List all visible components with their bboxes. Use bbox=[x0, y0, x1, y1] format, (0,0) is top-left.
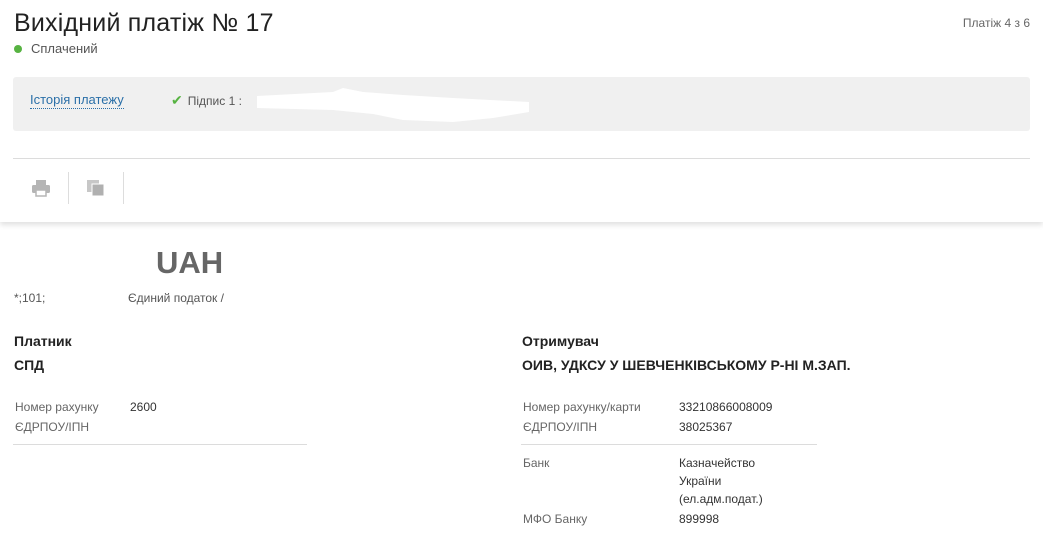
toolbar-separator bbox=[123, 172, 124, 204]
print-button[interactable] bbox=[13, 172, 68, 204]
bank-value-line: України bbox=[679, 474, 722, 488]
payment-history-link[interactable]: Історія платежу bbox=[30, 92, 124, 109]
recipient-mfo-value: 899998 bbox=[679, 512, 720, 526]
page-title: Вихідний платіж № 17 bbox=[14, 9, 274, 37]
redacted-signature bbox=[257, 88, 529, 122]
bank-value-line: Казначейство bbox=[679, 456, 756, 470]
currency-code: UAH bbox=[156, 245, 224, 280]
printer-icon bbox=[31, 180, 50, 197]
recipient-edrpou-value: 38025367 bbox=[679, 420, 733, 434]
copy-icon bbox=[87, 180, 105, 197]
recipient-bank-value: Казначейство України (ел.адм.подат.) bbox=[679, 454, 763, 508]
payer-edrpou-label: ЄДРПОУ/ІПН bbox=[15, 420, 90, 434]
info-bar: Історія платежу ✔ Підпис 1 : bbox=[13, 77, 1030, 131]
signature-label: Підпис 1 : bbox=[187, 93, 242, 108]
recipient-heading: Отримувач bbox=[522, 333, 599, 349]
purpose-text: Єдиний податок / bbox=[128, 291, 224, 305]
recipient-divider bbox=[521, 444, 817, 445]
recipient-account-value: 33210866008009 bbox=[679, 400, 773, 414]
status-indicator: Сплачений bbox=[14, 41, 98, 56]
payer-account-label: Номер рахунку bbox=[15, 400, 99, 414]
payer-heading: Платник bbox=[14, 333, 72, 349]
checkmark-icon: ✔ bbox=[171, 92, 183, 108]
status-text: Сплачений bbox=[31, 41, 98, 56]
payment-counter: Платіж 4 з 6 bbox=[962, 16, 1030, 30]
signature-status: ✔ Підпис 1 : bbox=[171, 92, 242, 109]
payer-account-value: 2600 bbox=[130, 400, 157, 414]
recipient-bank-label: Банк bbox=[523, 456, 550, 470]
recipient-name: ОИВ, УДКСУ У ШЕВЧЕНКІВСЬКОМУ Р-НІ М.ЗАП. bbox=[522, 357, 851, 373]
header-divider bbox=[13, 158, 1030, 159]
action-toolbar bbox=[13, 172, 124, 204]
recipient-account-label: Номер рахунку/карти bbox=[523, 400, 641, 414]
purpose-code: *;101; bbox=[14, 291, 46, 305]
status-dot-icon bbox=[14, 44, 22, 53]
payment-header-panel: Вихідний платіж № 17 Сплачений Платіж 4 … bbox=[0, 0, 1043, 222]
payer-name: СПД bbox=[14, 357, 45, 373]
recipient-edrpou-label: ЄДРПОУ/ІПН bbox=[523, 420, 598, 434]
recipient-mfo-label: МФО Банку bbox=[523, 512, 588, 526]
bank-value-line: (ел.адм.подат.) bbox=[679, 492, 763, 506]
payer-divider bbox=[13, 444, 307, 445]
copy-button[interactable] bbox=[68, 172, 123, 204]
